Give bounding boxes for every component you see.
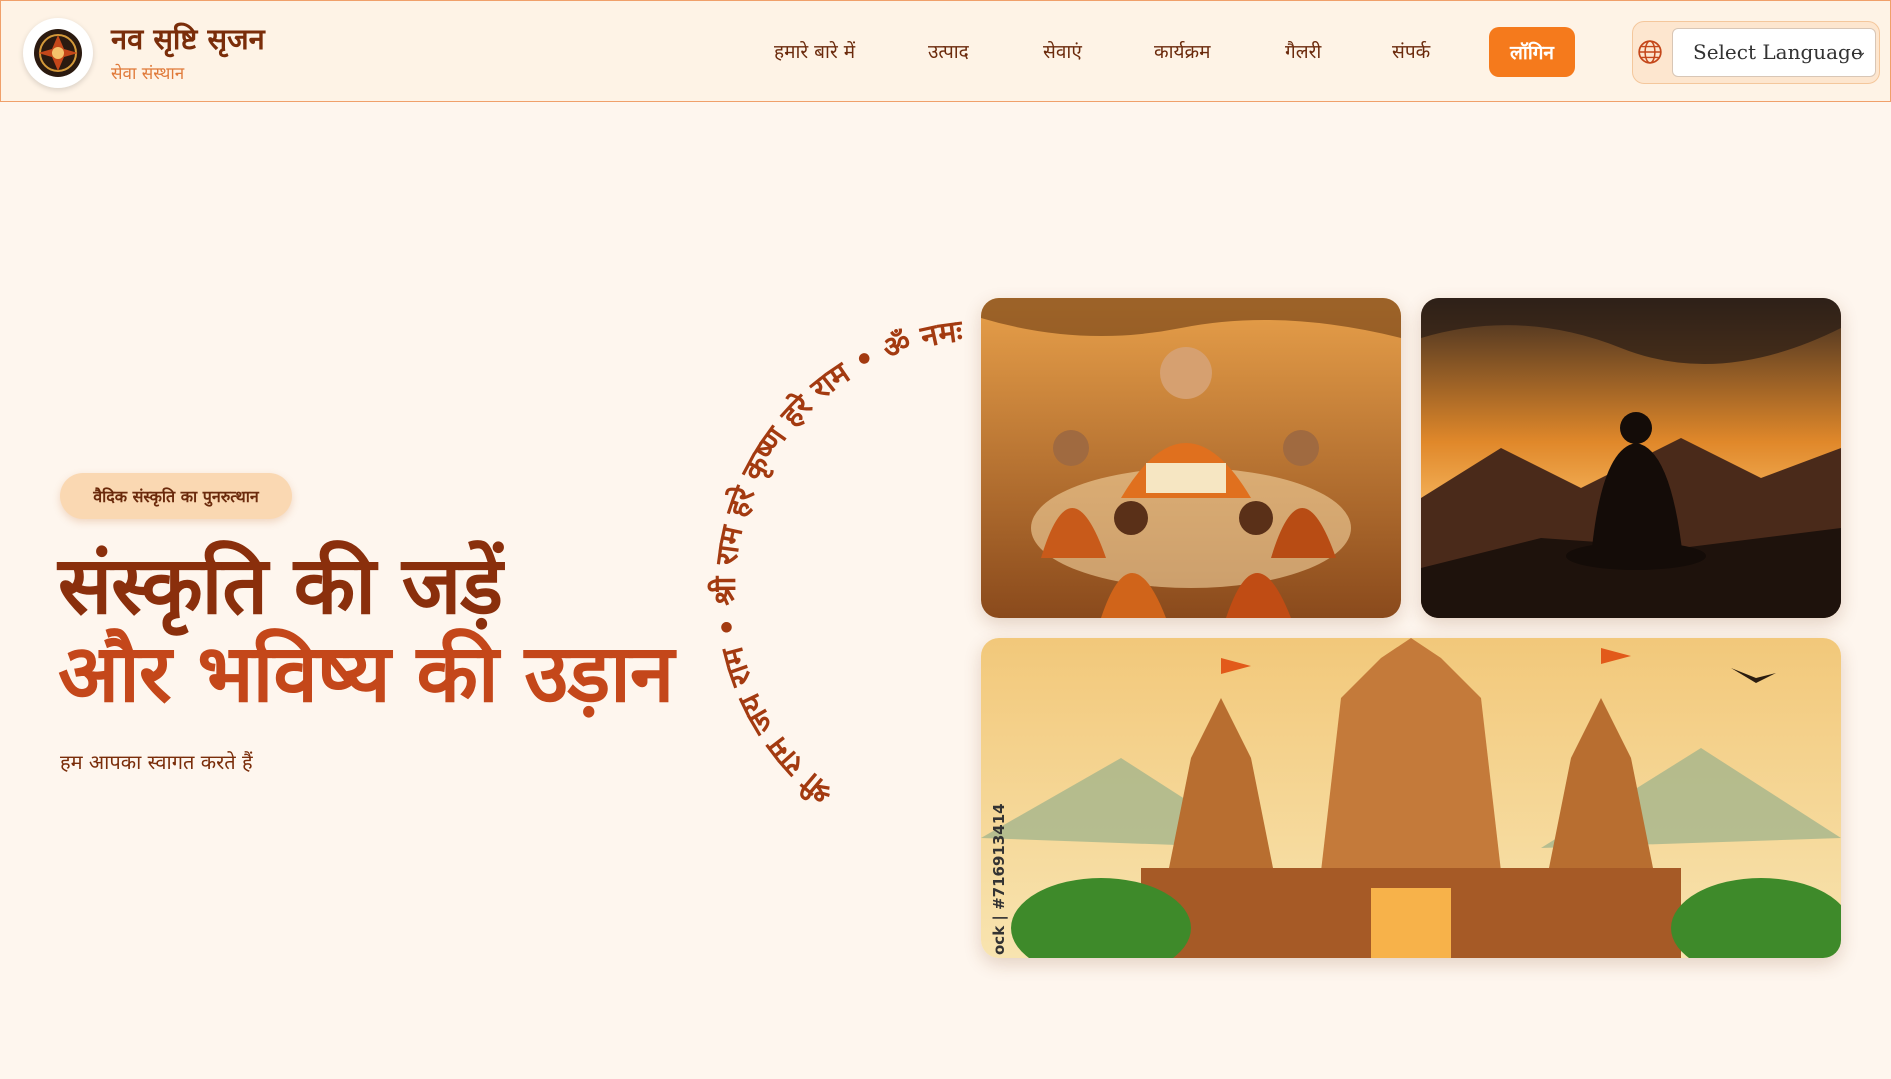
gallery-image-guru[interactable] (981, 298, 1401, 618)
meditation-sunset-image (1421, 298, 1841, 618)
hero-subtitle: हम आपका स्वागत करते हैं (60, 750, 253, 774)
gallery-image-temple[interactable] (981, 638, 1841, 958)
login-button[interactable]: लॉगिन (1489, 27, 1575, 77)
nav-programs[interactable]: कार्यक्रम (1154, 38, 1211, 64)
nav-gallery[interactable]: गैलरी (1285, 38, 1321, 64)
gallery-image-meditation[interactable] (1421, 298, 1841, 618)
site-header: नव सृष्टि सृजन सेवा संस्थान हमारे बारे म… (0, 0, 1891, 102)
globe-icon (1638, 40, 1662, 64)
mantra-ring-text: श्री राम जय राम • श्री राम हरे कृष्ण हरे… (640, 300, 974, 812)
hero-tag: वैदिक संस्कृति का पुनरुत्थान (60, 473, 292, 519)
temple-image (981, 638, 1841, 958)
brand-subtitle: सेवा संस्थान (111, 64, 185, 84)
svg-text:श्री राम जय राम • श्री राम हरे: श्री राम जय राम • श्री राम हरे कृष्ण हरे… (640, 300, 974, 812)
guru-teaching-children-image (981, 298, 1401, 618)
nav-products[interactable]: उत्पाद (928, 38, 969, 64)
logo[interactable] (23, 18, 93, 88)
emblem-icon (34, 29, 82, 77)
hero-title-line2: और भविष्य की उड़ान (58, 627, 674, 720)
nav-contact[interactable]: संपर्क (1392, 38, 1430, 64)
brand-title[interactable]: नव सृष्टि सृजन (111, 19, 265, 58)
chevron-down-icon: ⌄ (1855, 44, 1867, 60)
nav-services[interactable]: सेवाएं (1043, 38, 1082, 64)
language-select[interactable]: Select Language ⌄ (1672, 28, 1876, 77)
language-select-value: Select Language (1693, 40, 1863, 64)
image-watermark: ock | #716913414 (990, 803, 1008, 955)
nav-about[interactable]: हमारे बारे में (774, 38, 855, 64)
